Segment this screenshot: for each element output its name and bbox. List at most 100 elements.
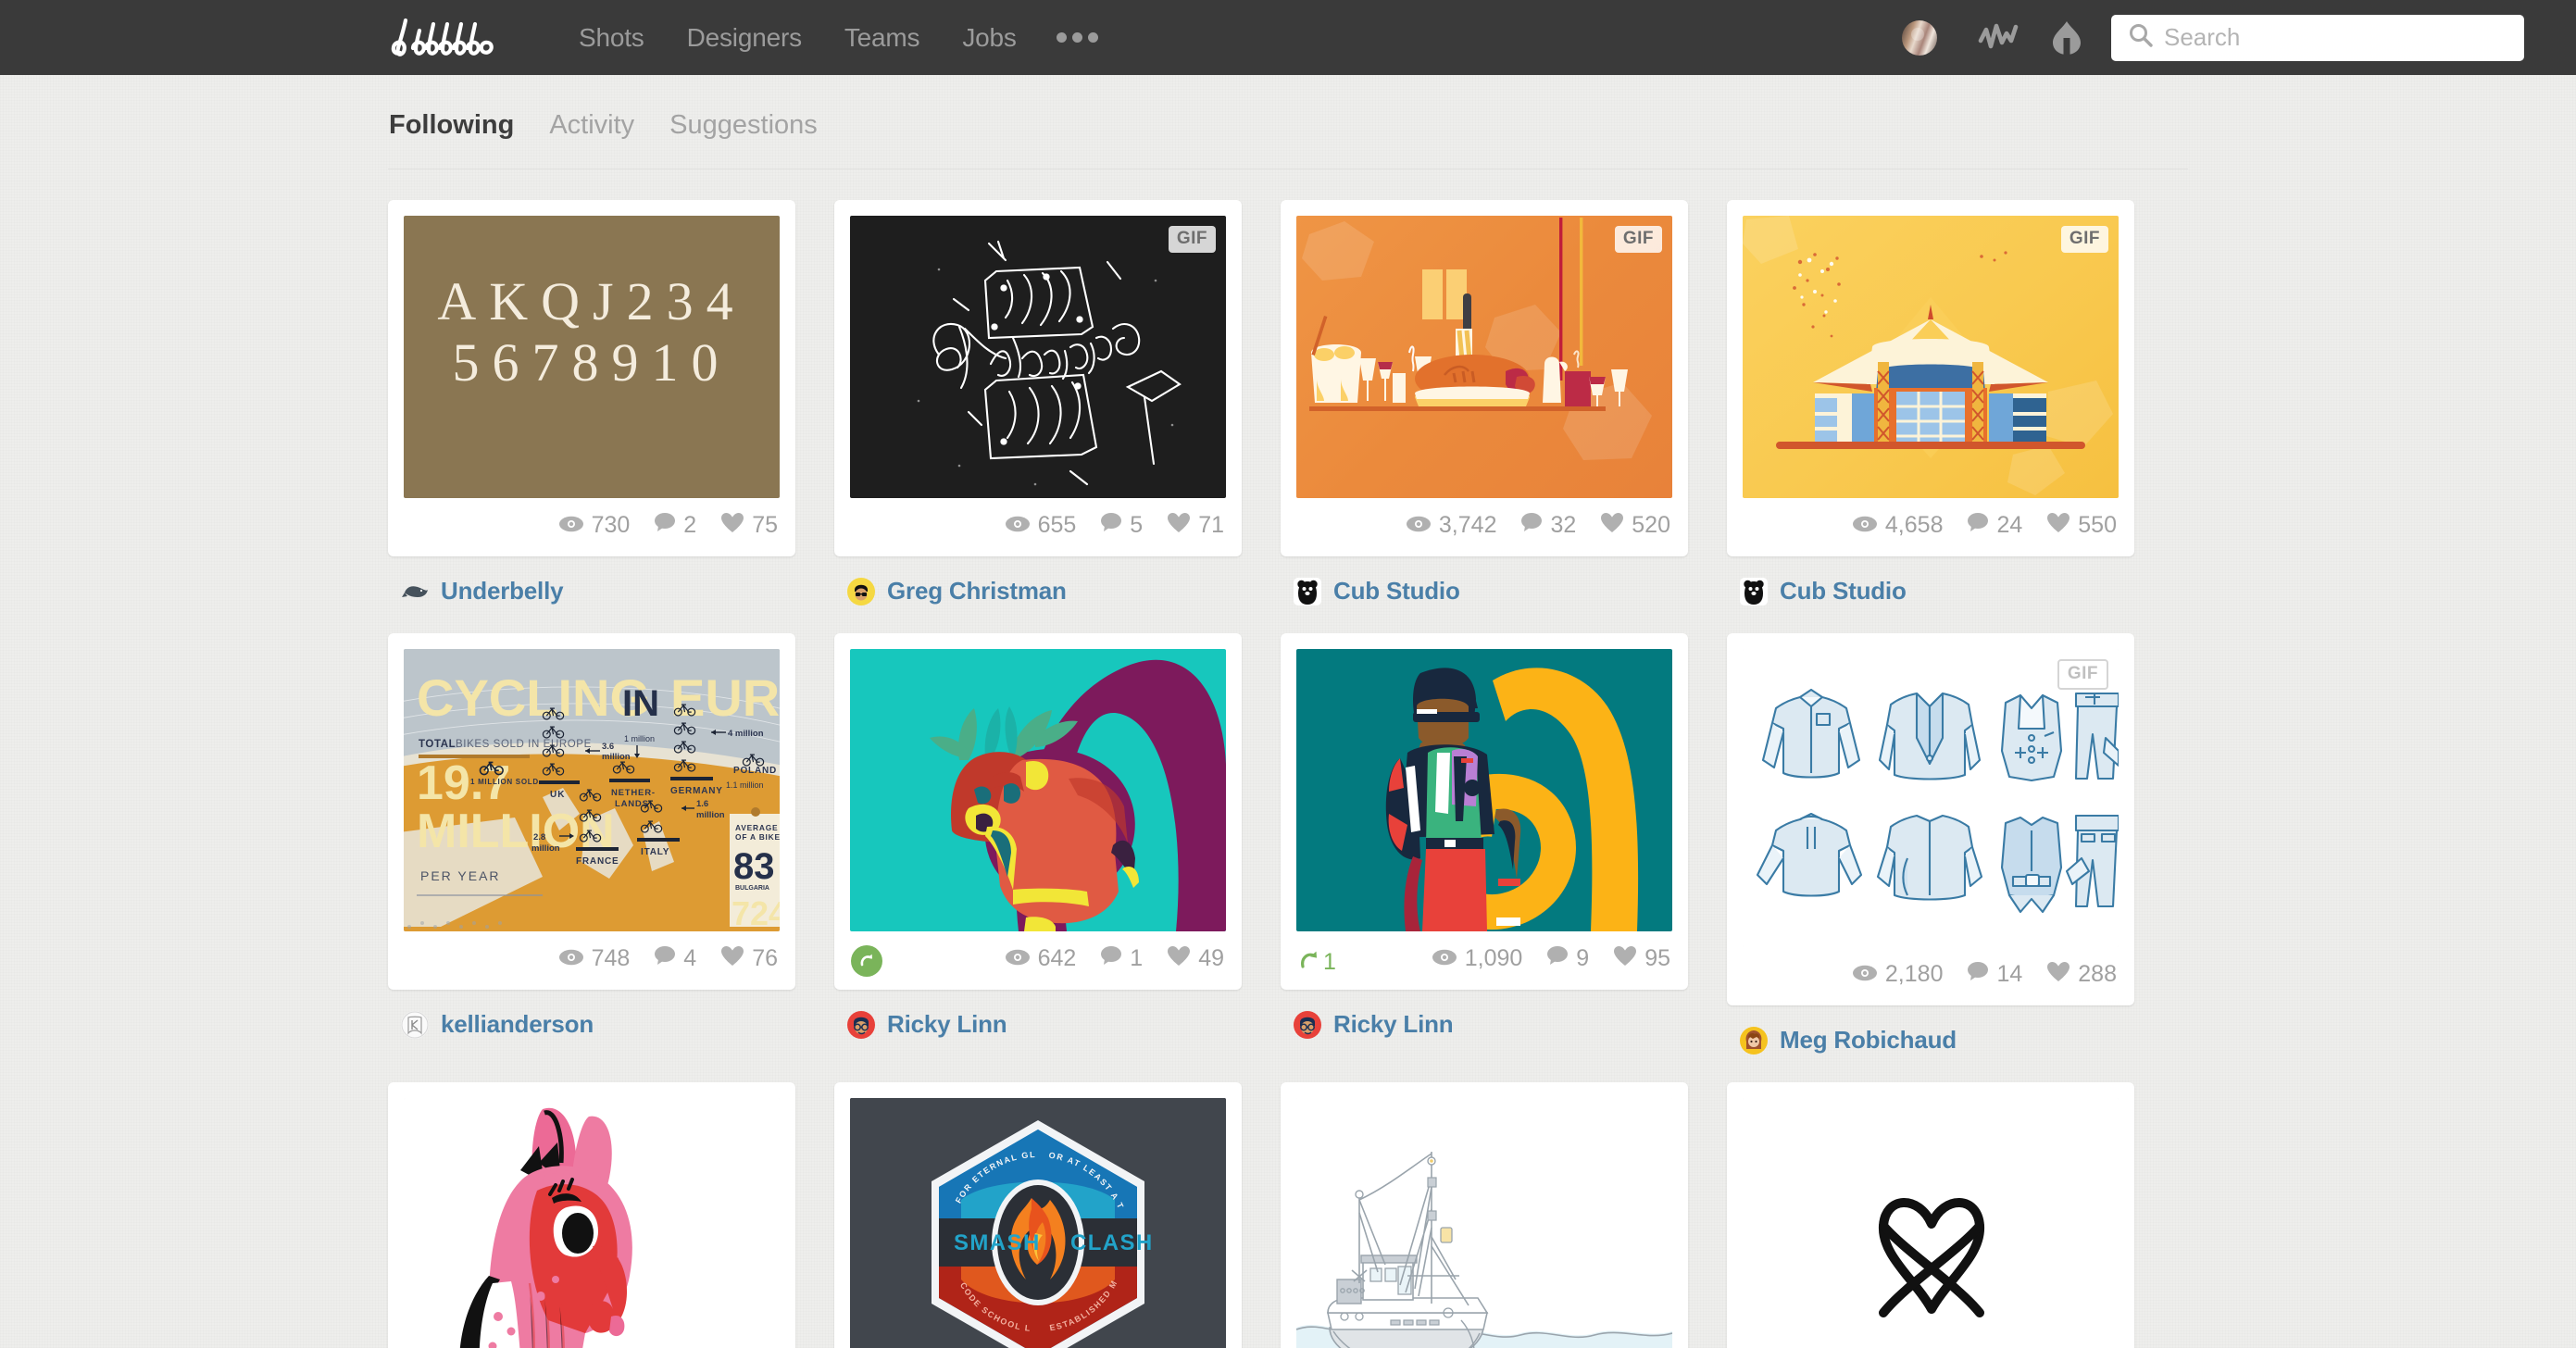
activity-pulse-icon[interactable] [1974,14,2022,62]
header-right-group [1902,0,2576,75]
heart-icon [1167,512,1191,540]
face-glasses-icon[interactable] [847,577,875,605]
shot-stats: 2,180 14 288 [1743,947,2119,990]
nav-item-teams[interactable]: Teams [823,23,941,53]
dot-1 [1056,32,1067,43]
shot-thumbnail[interactable]: AKQJ234 5678910 [404,216,780,498]
search-input[interactable] [2164,23,2507,52]
search-box[interactable] [2111,14,2524,61]
shot-card[interactable]: CYCLING IN EUROPE TOTAL BIKES SOLD IN EU… [388,633,795,990]
comment-bubble-icon [1967,512,1989,539]
heart-icon [720,512,744,540]
nav-item-designers[interactable]: Designers [666,23,823,53]
shot-card[interactable]: GIF 3,742 32 520 [1281,200,1688,556]
shot-thumbnail[interactable]: GIF [1743,649,2119,947]
heart-monoline-artwork [1743,1098,2119,1348]
shot-stats: 748 4 76 [404,931,780,974]
svg-text:OF A BIKE: OF A BIKE [735,832,780,842]
shot-thumbnail[interactable] [404,1098,780,1348]
views-stat: 4,658 [1852,512,1944,539]
dot-2 [1071,32,1082,43]
comment-bubble-icon [1520,512,1543,539]
shot-card[interactable]: AKQJ234 5678910 730 2 75 [388,200,795,556]
top-header: Shots Designers Teams Jobs [0,0,2576,75]
bear-icon[interactable] [1740,577,1768,605]
author-name-link[interactable]: Cub Studio [1333,577,1460,605]
clothing-icons-artwork [1743,649,2119,947]
author-name-link[interactable]: Underbelly [441,577,564,605]
user-avatar[interactable] [1902,19,1937,56]
views-count: 4,658 [1884,512,1944,538]
likes-stat: 71 [1167,512,1224,540]
dribbble-logo[interactable] [378,11,533,63]
whale-icon[interactable] [401,578,429,605]
likes-stat: 520 [1600,512,1670,540]
shot-thumbnail[interactable]: GIF [1296,216,1672,498]
author-name-link[interactable]: kellianderson [441,1010,594,1039]
views-count: 730 [591,512,631,538]
comments-stat: 4 [654,945,696,972]
smash-clash-badge-artwork: SMASH CLASH FOR ETERNAL GLORY OR AT LEAS… [850,1098,1226,1348]
comment-bubble-icon [1100,512,1122,539]
deer-artwork [850,649,1226,931]
likes-count: 49 [1198,945,1224,971]
more-menu-icon[interactable] [1038,32,1117,43]
likes-count: 75 [752,512,778,538]
shot-card[interactable]: GIF 2,180 14 288 [1727,633,2134,1005]
comments-count: 1 [1130,945,1144,971]
nav-item-jobs[interactable]: Jobs [941,23,1037,53]
eye-icon [1005,945,1031,972]
shot-stats: 642 1 49 [850,931,1226,974]
svg-text:1 MILLION SOLD: 1 MILLION SOLD [470,778,539,786]
shot-card[interactable]: 642 1 49 [834,633,1242,990]
eye-icon [1406,512,1432,539]
rebound-indicator[interactable] [851,945,882,977]
likes-count: 71 [1198,512,1224,538]
author-name-link[interactable]: Cub Studio [1780,577,1907,605]
rebound-indicator[interactable]: 1 [1297,948,1336,977]
face-red-icon[interactable] [1294,1010,1321,1039]
tab-following[interactable]: Following [389,110,514,159]
comments-count: 5 [1130,512,1144,538]
shot-card[interactable]: GIF 655 5 71 [834,200,1242,556]
shot-stats: 655 5 71 [850,498,1226,541]
svg-text:million: million [531,843,560,854]
views-count: 655 [1037,512,1077,538]
shot-thumbnail[interactable]: GIF [1743,216,2119,498]
author-name-link[interactable]: Meg Robichaud [1780,1026,1957,1055]
author-name-link[interactable]: Greg Christman [887,577,1067,605]
k-monogram-icon[interactable] [401,1010,429,1039]
shot-thumbnail[interactable] [850,649,1226,931]
likes-count: 288 [2078,961,2117,987]
tab-activity[interactable]: Activity [549,110,634,159]
shot-thumbnail[interactable]: SMASH CLASH FOR ETERNAL GLORY OR AT LEAS… [850,1098,1226,1348]
rebound-arrow-icon [851,945,882,977]
author-name-link[interactable]: Ricky Linn [887,1010,1007,1039]
shot-thumbnail[interactable] [1296,649,1672,931]
shot-card[interactable] [1727,1082,2134,1348]
tab-suggestions[interactable]: Suggestions [669,110,818,159]
shot-thumbnail[interactable] [1296,1098,1672,1348]
shot-thumbnail[interactable]: CYCLING IN EUROPE TOTAL BIKES SOLD IN EU… [404,649,780,931]
views-count: 3,742 [1438,512,1497,538]
shot-thumbnail[interactable]: GIF [850,216,1226,498]
likes-stat: 76 [720,945,778,973]
search-icon [2128,22,2154,53]
shot-card[interactable] [388,1082,795,1348]
comment-bubble-icon [654,512,676,539]
dot-3 [1087,32,1098,43]
shot-card[interactable]: 1 1,090 9 95 [1281,633,1688,990]
shot-card[interactable]: SMASH CLASH FOR ETERNAL GLORY OR AT LEAS… [834,1082,1242,1348]
shot-card[interactable] [1281,1082,1688,1348]
face-woman-icon[interactable] [1740,1026,1768,1055]
bucket-icon[interactable] [2043,14,2091,62]
shot-card[interactable]: GIF 4,658 24 550 [1727,200,2134,556]
bear-icon[interactable] [1294,577,1321,605]
author-name-link[interactable]: Ricky Linn [1333,1010,1454,1039]
heart-icon [2046,512,2070,540]
fishing-boat-artwork [1296,1098,1672,1348]
nav-item-shots[interactable]: Shots [579,23,666,53]
comments-stat: 5 [1100,512,1143,539]
face-red-icon[interactable] [847,1010,875,1039]
shot-thumbnail[interactable] [1743,1098,2119,1348]
